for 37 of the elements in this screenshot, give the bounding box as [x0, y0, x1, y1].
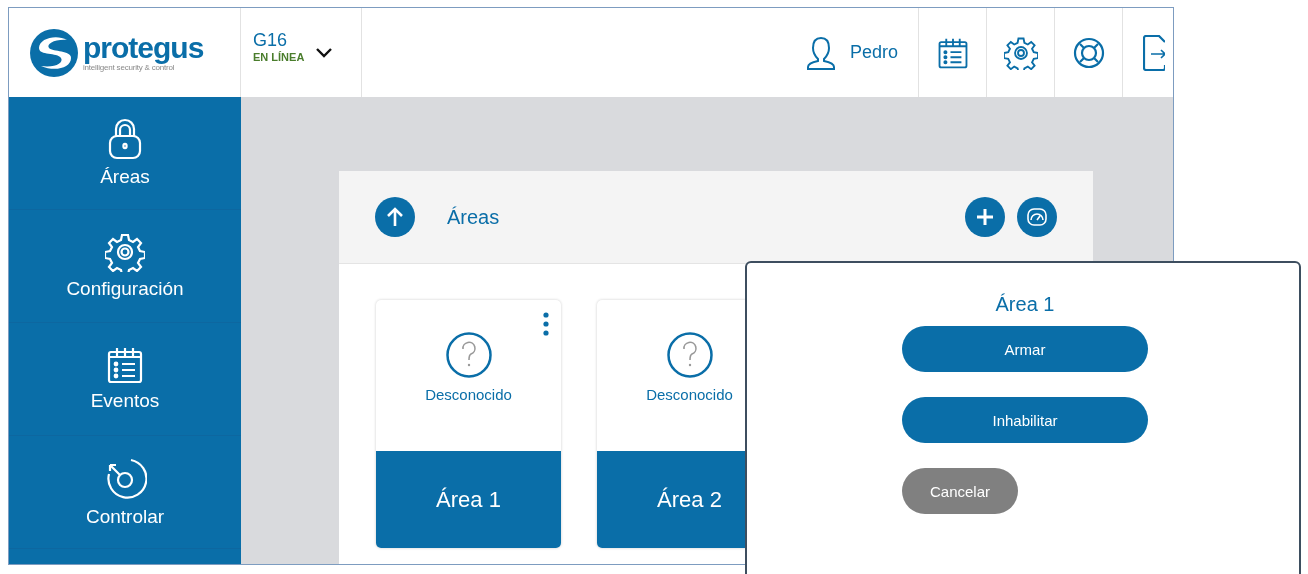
brand-name: protegus	[83, 33, 204, 63]
sidebar-item[interactable]: Controlar	[9, 436, 241, 549]
sidebar-item[interactable]: Configuración	[9, 210, 241, 323]
area-status: Desconocido	[646, 386, 733, 403]
arrow-up-icon	[386, 207, 404, 227]
area-name: Área 1	[376, 451, 561, 548]
chevron-icon[interactable]	[316, 47, 333, 58]
user-name[interactable]: Pedro	[849, 42, 898, 63]
unknown-status-icon	[445, 332, 492, 378]
sidebar-item[interactable]: Áreas	[9, 97, 241, 210]
padlock-icon	[108, 118, 142, 160]
plus-icon	[976, 208, 994, 226]
action-button[interactable]: Inhabilitar	[902, 397, 1148, 443]
logout-icon[interactable]	[1143, 34, 1165, 71]
calendar-list-icon	[106, 346, 144, 384]
logo-icon	[29, 27, 79, 78]
tagline: intelligent security & control	[83, 63, 175, 72]
area-card[interactable]: Desconocido Área 1	[376, 300, 561, 548]
settings-icon	[105, 232, 145, 272]
action-button[interactable]: Armar	[902, 326, 1148, 372]
panel-title: Áreas	[447, 205, 501, 229]
user-icon	[805, 35, 836, 70]
unknown-status-icon	[666, 332, 713, 378]
dialog-title: Área 1	[994, 293, 1056, 316]
more-options-icon[interactable]	[543, 312, 549, 336]
gauge-button[interactable]	[1017, 197, 1057, 237]
device-status: EN LÍNEA	[253, 51, 305, 63]
events-icon[interactable]	[936, 36, 969, 69]
area-status: Desconocido	[425, 386, 512, 403]
device-name: G16	[253, 30, 289, 51]
lifebuoy-icon[interactable]	[1072, 36, 1105, 69]
gauge-icon	[1027, 208, 1047, 226]
cancel-button[interactable]: Cancelar	[902, 468, 1018, 514]
settings-icon[interactable]	[1003, 35, 1038, 70]
sidebar-item[interactable]: Eventos	[9, 323, 241, 436]
add-button[interactable]	[965, 197, 1005, 237]
back-button[interactable]	[375, 197, 415, 237]
